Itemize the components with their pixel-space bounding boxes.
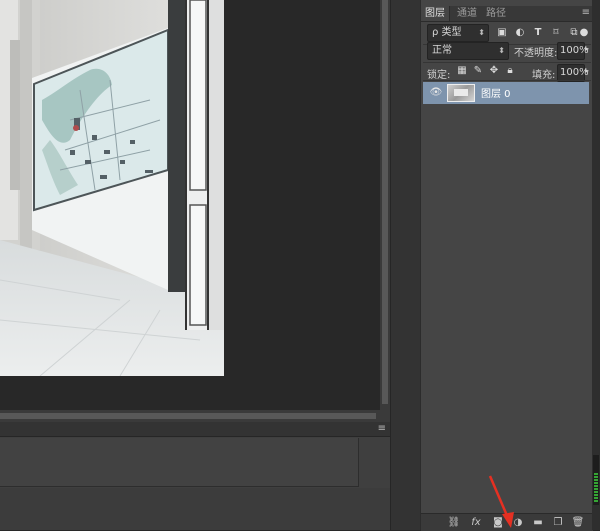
tab-channels[interactable]: 通道 [453,6,481,21]
panel-dock-column [390,0,421,530]
filter-select-value: ρ 类型 [432,27,462,38]
timeline-panel: ≡ [0,422,390,530]
fill-dropdown-icon[interactable]: ▸ [585,66,589,75]
filter-adjustment-icon[interactable]: ◐ [513,26,527,40]
new-group-folder-icon[interactable]: ▬ [531,516,545,530]
panel-tab-bar: 图层 通道 路径 ≡ [421,6,593,22]
opacity-label: 不透明度: [514,48,558,59]
panel-row [0,438,359,487]
delete-layer-trash-icon[interactable]: 🗑︎ [571,516,585,530]
blend-mode-value: 正常 [432,45,452,56]
interior-render-image [0,0,224,376]
filter-shape-icon[interactable]: ⌑ [549,26,563,40]
scrollbar-thumb[interactable] [382,0,388,404]
lock-label: 锁定: [427,70,451,81]
chevron-down-icon: ⬍ [498,46,505,55]
layer-name[interactable]: 图层 0 [481,85,511,100]
opacity-field[interactable]: 100% [557,42,589,60]
panel-menu-icon[interactable]: ≡ [378,423,386,434]
layers-panel: 图层 通道 路径 ≡ ρ 类型 ⬍ ▣ ◐ T ⌑ ⧉ ● 正常 ⬍ 不透明度:… [420,0,593,531]
panel-header: ≡ [0,422,390,437]
annotation-arrow-icon [488,475,514,528]
divider [423,80,591,81]
canvas-vertical-scrollbar[interactable] [380,0,390,410]
chevron-down-icon: ⬍ [478,28,485,37]
layer-filter-select[interactable]: ρ 类型 ⬍ [427,24,489,42]
blend-mode-select[interactable]: 正常 ⬍ [427,42,509,60]
level-meter [593,455,599,505]
right-dock-strip [592,0,600,530]
fill-label: 填充: [532,70,556,81]
lock-transparent-pixels-icon[interactable]: ▦ [455,64,469,78]
eye-icon[interactable]: 👁︎ [429,86,443,100]
link-layers-icon[interactable]: ⛓ [447,516,461,530]
document-canvas[interactable] [0,0,380,410]
canvas-horizontal-scrollbar[interactable] [0,410,390,422]
tab-paths[interactable]: 路径 [482,6,510,21]
divider [423,62,591,63]
add-layer-style-icon[interactable]: fx [469,516,483,530]
filter-type-icon[interactable]: T [531,26,545,40]
panel-menu-icon[interactable]: ≡ [582,6,590,20]
lock-position-icon[interactable]: ✥ [487,64,501,78]
opacity-dropdown-icon[interactable]: ▸ [585,44,589,53]
filter-pixel-icon[interactable]: ▣ [495,26,509,40]
tab-layers[interactable]: 图层 [421,6,450,21]
new-layer-icon[interactable]: ❐ [551,516,565,530]
lock-all-icon[interactable]: 🔒︎ [503,64,517,78]
document-image[interactable] [0,0,224,376]
panel-row [0,488,390,530]
layer-thumbnail [447,84,475,102]
filter-toggle-icon[interactable]: ● [579,26,589,40]
scrollbar-thumb[interactable] [0,413,376,419]
layer-row[interactable]: 👁︎ 图层 0 [423,82,589,104]
lock-image-pixels-icon[interactable]: ✎ [471,64,485,78]
